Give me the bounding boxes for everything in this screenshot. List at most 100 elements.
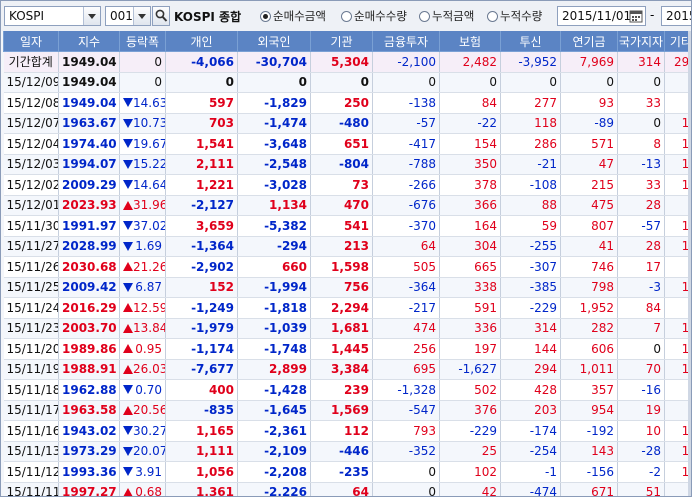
value-cell-for: -1,039 xyxy=(237,318,311,339)
value-cell-ins: 376 xyxy=(439,400,501,421)
index-name: KOSPI 종합 xyxy=(174,10,242,24)
date-cell: 15/11/13 xyxy=(3,441,59,462)
date-cell: 기간합계 xyxy=(3,51,59,73)
vertical-scrollbar[interactable] xyxy=(688,31,691,496)
table-row[interactable]: 15/11/19 1988.91 26.03 -7,677 2,899 3,384 695-… xyxy=(3,359,691,380)
value-cell-gov: 28 xyxy=(617,236,665,257)
column-header[interactable]: 지수 xyxy=(58,31,120,52)
column-header[interactable]: 보험 xyxy=(439,31,501,52)
investor-trend-table: 일자 지수 등락폭 개인 외국인 기관 금융투자 보험 투신 연기금 국가지자 … xyxy=(3,31,691,496)
value-cell-for: -3,648 xyxy=(237,133,311,155)
code-select[interactable]: 001 xyxy=(105,6,151,26)
table-row[interactable]: 15/12/02 2009.29 14.64 1,221 -3,028 73 -266 378… xyxy=(3,174,691,196)
date-cell: 15/11/27 xyxy=(3,236,59,257)
radio-cumulative-amount[interactable]: 누적금액 xyxy=(419,6,474,26)
column-header[interactable]: 일자 xyxy=(3,31,59,52)
value-cell-pen: 143 xyxy=(560,441,618,462)
calendar-icon[interactable] xyxy=(629,9,643,23)
table-row[interactable]: 15/11/26 2030.68 21.26 -2,902 660 1,598 505 665… xyxy=(3,256,691,278)
change-value: 15.22 xyxy=(133,157,166,172)
value-cell-ins: 154 xyxy=(439,133,501,155)
date-cell: 15/11/12 xyxy=(3,461,59,483)
triangle-down-icon xyxy=(123,98,133,108)
value-cell-gov: -2 xyxy=(617,461,665,483)
summary-row[interactable]: 기간합계 1949.04 0 -4,066 -30,704 5,304 -2,100 2,48… xyxy=(3,51,691,73)
value-cell-fin: 64 xyxy=(372,236,440,257)
change-cell: 0.95 xyxy=(119,338,166,360)
radio-dot-icon xyxy=(419,10,430,22)
index-cell: 1943.02 xyxy=(58,420,120,442)
table-row[interactable]: 15/11/27 2028.99 1.69 -1,364 -294 213 64 304 -25… xyxy=(3,236,691,257)
value-cell-ins: -22 xyxy=(439,113,501,134)
change-cell: 37.02 xyxy=(119,215,166,237)
table-row[interactable]: 15/11/18 1962.88 0.70 400 -1,428 239 -1,328 502… xyxy=(3,379,691,401)
code-select-value: 001 xyxy=(110,9,133,23)
radio-cumulative-quantity[interactable]: 누적수량 xyxy=(487,6,542,26)
value-cell-for: -5,382 xyxy=(237,215,311,237)
date-cell: 15/12/02 xyxy=(3,174,59,196)
column-header[interactable]: 기관 xyxy=(310,31,373,52)
value-cell-inst: 5,304 xyxy=(310,51,373,73)
value-cell-ins: -229 xyxy=(439,420,501,442)
value-cell-ins: 378 xyxy=(439,174,501,196)
table-row[interactable]: 15/11/11 1997.27 0.68 1,361 -2,226 64 0 42 -474 6… xyxy=(3,482,691,496)
table-row[interactable]: 15/11/13 1973.29 20.07 1,111 -2,109 -446 -352 2… xyxy=(3,441,691,462)
chevron-down-icon[interactable] xyxy=(133,7,150,25)
value-cell-tru: -108 xyxy=(500,174,561,196)
table-row[interactable]: 15/11/23 2003.70 13.84 -1,979 -1,039 1,681 474… xyxy=(3,318,691,339)
table-row[interactable]: 15/12/04 1974.40 19.67 1,541 -3,648 651 -417 15… xyxy=(3,133,691,155)
column-header[interactable]: 금융투자 xyxy=(372,31,440,52)
change-cell: 20.56 xyxy=(119,400,166,421)
index-cell: 1949.04 xyxy=(58,51,120,73)
value-cell-ind: 1,541 xyxy=(165,133,238,155)
date-cell: 15/11/18 xyxy=(3,379,59,401)
table-row[interactable]: 15/12/07 1963.67 10.73 703 -1,474 -480 -57 -22 1… xyxy=(3,113,691,134)
column-header[interactable]: 개인 xyxy=(165,31,238,52)
table-row[interactable]: 15/12/08 1949.04 14.63 597 -1,829 250 -138 84 27… xyxy=(3,92,691,114)
table-row[interactable]: 15/11/25 2009.42 6.87 152 -1,994 756 -364 338 -3… xyxy=(3,277,691,298)
triangle-up-icon xyxy=(123,364,133,374)
value-cell-pen: 954 xyxy=(560,400,618,421)
value-cell-fin: -1,328 xyxy=(372,379,440,401)
table-row[interactable]: 15/12/091949.040000000000 xyxy=(3,72,691,93)
change-value: 12.59 xyxy=(133,300,166,315)
value-cell-ind: -4,066 xyxy=(165,51,238,73)
value-cell-fin: 474 xyxy=(372,318,440,339)
index-cell: 2009.42 xyxy=(58,277,120,298)
radio-net-buy-amount[interactable]: 순매수금액 xyxy=(260,6,326,26)
column-header[interactable]: 등락폭 xyxy=(119,31,166,52)
start-date-field[interactable]: 2015/11/01 xyxy=(557,6,646,26)
market-select[interactable]: KOSPI xyxy=(4,6,101,26)
end-date-field[interactable]: 2015/ xyxy=(661,6,691,26)
table-row[interactable]: 15/11/16 1943.02 30.27 1,165 -2,361 112 793 -22… xyxy=(3,420,691,442)
change-cell: 14.64 xyxy=(119,174,166,196)
chevron-down-icon[interactable] xyxy=(83,7,100,25)
column-header[interactable]: 연기금 xyxy=(560,31,618,52)
value-cell-ins: 665 xyxy=(439,256,501,278)
column-header[interactable]: 투신 xyxy=(500,31,561,52)
value-cell-inst: 1,569 xyxy=(310,400,373,421)
table-row[interactable]: 15/11/20 1989.86 0.95 -1,174 -1,748 1,445 256 1… xyxy=(3,338,691,360)
value-cell-gov: -28 xyxy=(617,441,665,462)
value-cell-tru: 144 xyxy=(500,338,561,360)
value-cell-ind: 152 xyxy=(165,277,238,298)
index-cell: 2023.93 xyxy=(58,195,120,216)
index-cell: 1974.40 xyxy=(58,133,120,155)
table-row[interactable]: 15/11/24 2016.29 12.59 -1,249 -1,818 2,294 -21… xyxy=(3,297,691,319)
table-row[interactable]: 15/12/03 1994.07 15.22 2,111 -2,548 -804 -788 3… xyxy=(3,154,691,175)
column-header[interactable]: 국가지자 xyxy=(617,31,665,52)
table-row[interactable]: 15/12/01 2023.93 31.96 -2,127 1,134 470 -676 36… xyxy=(3,195,691,216)
table-row[interactable]: 15/11/30 1991.97 37.02 3,659 -5,382 541 -370 16… xyxy=(3,215,691,237)
search-button[interactable] xyxy=(152,6,170,26)
value-cell-pen: 475 xyxy=(560,195,618,216)
change-cell: 6.87 xyxy=(119,277,166,298)
column-header[interactable]: 외국인 xyxy=(237,31,311,52)
radio-net-buy-quantity[interactable]: 순매수수량 xyxy=(341,6,407,26)
value-cell-for: -1,645 xyxy=(237,400,311,421)
table-row[interactable]: 15/11/17 1963.58 20.56 -835 -1,645 1,569 -547 3… xyxy=(3,400,691,421)
table-row[interactable]: 15/11/12 1993.36 3.91 1,056 -2,208 -235 0 102 -1… xyxy=(3,461,691,483)
date-cell: 15/12/03 xyxy=(3,154,59,175)
value-cell-tru: -474 xyxy=(500,482,561,496)
date-cell: 15/12/01 xyxy=(3,195,59,216)
value-cell-inst: 2,294 xyxy=(310,297,373,319)
